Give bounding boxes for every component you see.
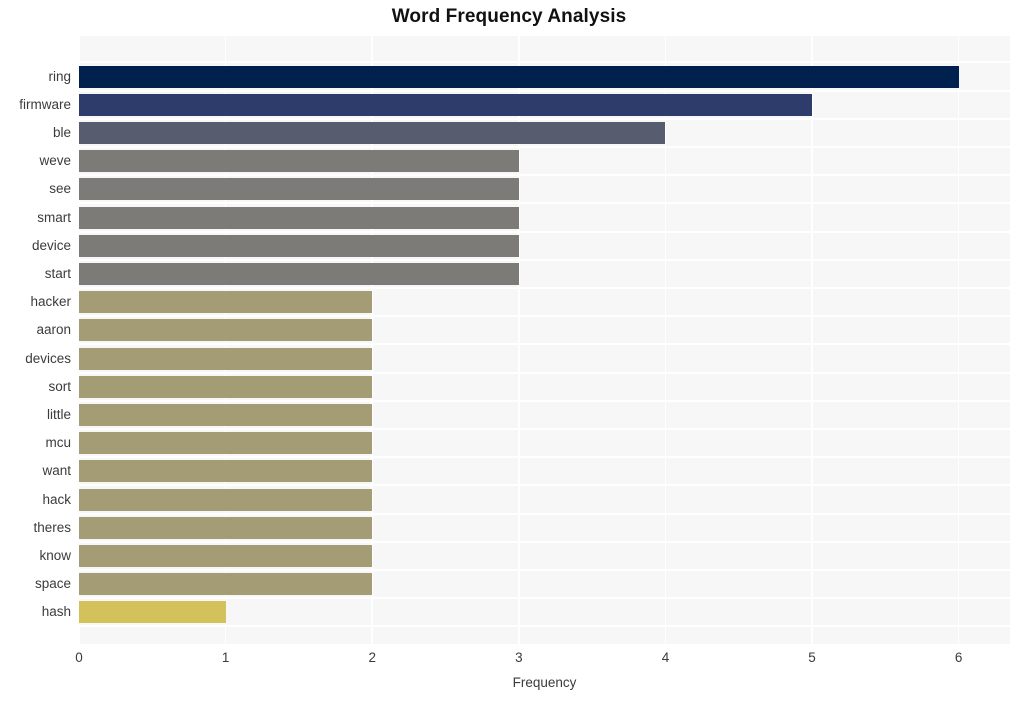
bar[interactable] xyxy=(79,262,519,285)
y-axis-tick-label: know xyxy=(39,547,71,563)
y-gridline xyxy=(79,625,1010,628)
y-gridline xyxy=(79,61,1010,64)
bar[interactable] xyxy=(79,178,519,201)
y-gridline xyxy=(79,428,1010,430)
bar[interactable] xyxy=(79,93,813,116)
bar[interactable] xyxy=(79,206,519,229)
bar[interactable] xyxy=(79,573,373,596)
y-axis-tick-label: hacker xyxy=(30,294,71,310)
y-gridline xyxy=(79,343,1010,346)
y-gridline xyxy=(79,174,1010,177)
x-axis-tick-label: 4 xyxy=(661,650,670,665)
y-gridline xyxy=(79,230,1010,233)
x-gridline xyxy=(957,36,960,644)
y-gridline xyxy=(79,484,1010,487)
y-gridline xyxy=(79,258,1010,261)
y-gridline xyxy=(79,89,1010,92)
bar[interactable] xyxy=(79,432,373,455)
x-axis-tick-label: 5 xyxy=(808,650,816,665)
x-axis-tick-label: 0 xyxy=(75,650,83,665)
y-axis-tick-label: hash xyxy=(41,604,71,620)
y-axis-tick-label: start xyxy=(44,265,71,281)
plot-area xyxy=(79,36,1010,644)
y-axis-tick-label: devices xyxy=(25,350,71,366)
y-axis-tick-label: see xyxy=(49,181,71,197)
bar[interactable] xyxy=(79,601,226,624)
y-axis-tick-label: ble xyxy=(52,124,71,140)
y-axis-tick-label: space xyxy=(34,576,71,592)
y-axis-tick-label: hack xyxy=(42,491,71,507)
y-axis-tick-label: ring xyxy=(48,68,71,84)
y-gridline xyxy=(79,456,1010,459)
y-gridline xyxy=(79,315,1010,318)
x-axis-tick-label: 1 xyxy=(221,650,230,665)
bar[interactable] xyxy=(79,291,373,314)
bar[interactable] xyxy=(79,544,373,567)
bar[interactable] xyxy=(79,460,373,483)
y-gridline xyxy=(79,202,1010,205)
bar[interactable] xyxy=(79,234,519,257)
bar[interactable] xyxy=(79,488,373,511)
bar[interactable] xyxy=(79,403,373,426)
chart-title: Word Frequency Analysis xyxy=(391,6,627,27)
y-axis-tick-label: little xyxy=(46,406,71,422)
y-axis-tick-label: device xyxy=(31,237,71,253)
bar[interactable] xyxy=(79,347,373,370)
y-gridline xyxy=(79,512,1010,515)
y-axis-tick-label: aaron xyxy=(36,322,71,338)
y-gridline xyxy=(79,540,1010,543)
y-axis-tick-label: want xyxy=(42,463,71,479)
x-gridline xyxy=(811,36,813,644)
y-axis-tick-label: firmware xyxy=(19,96,71,112)
y-axis-tick-label: sort xyxy=(48,378,71,394)
bar[interactable] xyxy=(79,150,519,173)
x-axis-tick-label: 6 xyxy=(954,650,963,665)
y-axis-tick-label: weve xyxy=(39,153,71,169)
bar[interactable] xyxy=(79,65,959,88)
y-axis-tick-label: theres xyxy=(33,519,71,535)
y-gridline xyxy=(79,597,1010,600)
x-axis-tick-label: 3 xyxy=(515,650,523,665)
y-axis-tick-label: mcu xyxy=(45,435,71,451)
chart-figure: Word Frequency Analysis ring firmware ble w… xyxy=(0,0,1018,701)
bar[interactable] xyxy=(79,121,666,144)
x-axis-title: Frequency xyxy=(512,675,577,690)
x-axis-tick-label: 2 xyxy=(368,650,376,665)
y-gridline xyxy=(79,117,1010,120)
y-gridline xyxy=(79,569,1010,571)
bar[interactable] xyxy=(79,375,373,398)
bar[interactable] xyxy=(79,516,373,539)
y-gridline xyxy=(79,146,1010,148)
bar[interactable] xyxy=(79,319,373,342)
y-gridline xyxy=(79,399,1010,402)
x-axis-tick-labels: 0 1 2 3 4 5 6 xyxy=(0,650,1018,670)
y-axis-tick-labels: ring firmware ble weve see smart device start ha… xyxy=(0,36,71,644)
x-axis-line xyxy=(79,644,1010,645)
y-gridline xyxy=(79,287,1010,289)
y-axis-tick-label: smart xyxy=(37,209,71,225)
y-gridline xyxy=(79,371,1010,374)
